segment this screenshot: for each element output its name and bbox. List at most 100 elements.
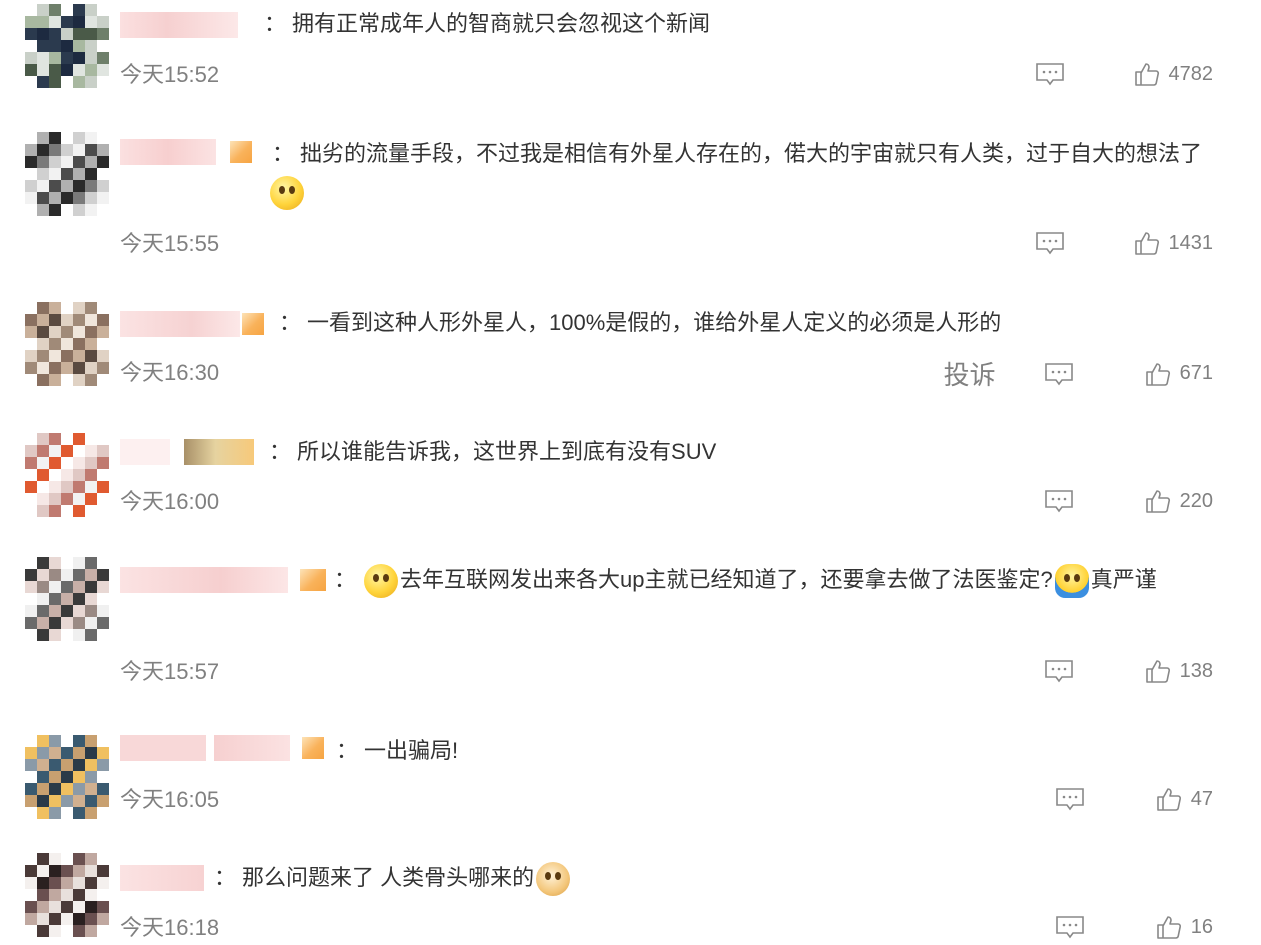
avatar-pixel (37, 771, 49, 783)
avatar-pixel (97, 853, 109, 865)
avatar-pixel (37, 52, 49, 64)
avatar-pixel (97, 771, 109, 783)
like-button[interactable]: 1431 (1133, 229, 1213, 257)
avatar-pixel (61, 617, 73, 629)
reply-icon[interactable] (1044, 362, 1074, 386)
avatar-pixel (25, 605, 37, 617)
avatar-pixel (73, 759, 85, 771)
like-button[interactable]: 220 (1144, 487, 1213, 515)
avatar-pixel (85, 605, 97, 617)
avatar-pixel (97, 617, 109, 629)
avatar-pixel (73, 326, 85, 338)
avatar-pixel (73, 64, 85, 76)
reply-icon[interactable] (1055, 915, 1085, 939)
avatar-pixel (25, 865, 37, 877)
avatar-pixel (49, 617, 61, 629)
avatar-pixel (97, 593, 109, 605)
username[interactable] (120, 865, 204, 891)
reply-icon[interactable] (1044, 489, 1074, 513)
avatar-pixel (97, 925, 109, 937)
reply-icon[interactable] (1055, 787, 1085, 811)
avatar-pixel (37, 493, 49, 505)
username[interactable] (120, 311, 264, 337)
reply-icon[interactable] (1035, 231, 1065, 255)
reply-icon[interactable] (1044, 659, 1074, 683)
avatar-pixel (37, 40, 49, 52)
avatar-pixel (61, 469, 73, 481)
avatar-pixel (73, 204, 85, 216)
like-button[interactable]: 671 (1144, 360, 1213, 388)
like-count: 138 (1179, 659, 1213, 682)
avatar-pixel (61, 605, 73, 617)
avatar-pixel (25, 4, 37, 16)
reply-icon[interactable] (1035, 62, 1065, 86)
avatar-pixel (85, 925, 97, 937)
timestamp: 今天15:57 (120, 659, 220, 684)
username[interactable] (120, 439, 254, 465)
username[interactable] (120, 735, 324, 761)
avatar-pixel (49, 901, 61, 913)
like-button[interactable]: 16 (1155, 913, 1213, 941)
avatar-pixel (73, 877, 85, 889)
avatar-pixel (61, 338, 73, 350)
username[interactable] (120, 12, 238, 38)
comment-item: ：拙劣的流量手段，不过我是相信有外星人存在的，偌大的宇宙就只有人类，过于自大的想… (0, 125, 1261, 295)
comment-text: ：所以谁能告诉我，这世界上到底有没有SUV (265, 433, 1231, 471)
avatar-pixel (61, 481, 73, 493)
avatar-pixel (73, 481, 85, 493)
like-button[interactable]: 47 (1155, 785, 1213, 813)
avatar-pixel (25, 807, 37, 819)
avatar-pixel (85, 445, 97, 457)
avatar-pixel (97, 28, 109, 40)
avatar-pixel (37, 433, 49, 445)
avatar-pixel (85, 144, 97, 156)
avatar-pixel (85, 457, 97, 469)
avatar-pixel (37, 783, 49, 795)
username[interactable] (120, 567, 326, 593)
avatar-pixel (37, 302, 49, 314)
avatar-pixel (25, 759, 37, 771)
like-button[interactable]: 138 (1144, 657, 1213, 685)
avatar-pixel (61, 901, 73, 913)
avatar-pixel (73, 581, 85, 593)
avatar[interactable] (25, 302, 109, 386)
avatar-pixel (49, 433, 61, 445)
avatar-pixel (85, 853, 97, 865)
avatar[interactable] (25, 853, 109, 937)
comment-body: 那么问题来了 人类骨头哪来的 (242, 865, 535, 890)
avatar[interactable] (25, 132, 109, 216)
avatar-pixel (61, 853, 73, 865)
avatar-pixel (37, 326, 49, 338)
avatar-pixel (61, 759, 73, 771)
avatar-pixel (49, 629, 61, 641)
avatar-pixel (85, 593, 97, 605)
comment-text: ：拥有正常成年人的智商就只会忽视这个新闻 (260, 5, 1231, 43)
like-button[interactable]: 4782 (1133, 60, 1213, 88)
avatar-pixel (73, 362, 85, 374)
avatar-pixel (25, 76, 37, 88)
avatar[interactable] (25, 433, 109, 517)
report-link[interactable]: 投诉 (944, 355, 996, 392)
avatar-pixel (73, 469, 85, 481)
avatar-pixel (49, 747, 61, 759)
username[interactable] (120, 139, 252, 165)
vip-badge (230, 141, 252, 163)
avatar-pixel (25, 338, 37, 350)
avatar-pixel (97, 64, 109, 76)
avatar-pixel (37, 581, 49, 593)
avatar[interactable] (25, 4, 109, 88)
avatar-pixel (85, 747, 97, 759)
avatar-pixel (49, 192, 61, 204)
avatar[interactable] (25, 735, 109, 819)
avatar-pixel (61, 28, 73, 40)
avatar-pixel (97, 629, 109, 641)
avatar-pixel (25, 156, 37, 168)
avatar-pixel (73, 569, 85, 581)
avatar-pixel (25, 64, 37, 76)
avatar[interactable] (25, 557, 109, 641)
avatar-pixel (73, 747, 85, 759)
avatar-pixel (49, 326, 61, 338)
comment-body: 拥有正常成年人的智商就只会忽视这个新闻 (292, 11, 711, 36)
avatar-pixel (25, 457, 37, 469)
avatar-pixel (25, 505, 37, 517)
